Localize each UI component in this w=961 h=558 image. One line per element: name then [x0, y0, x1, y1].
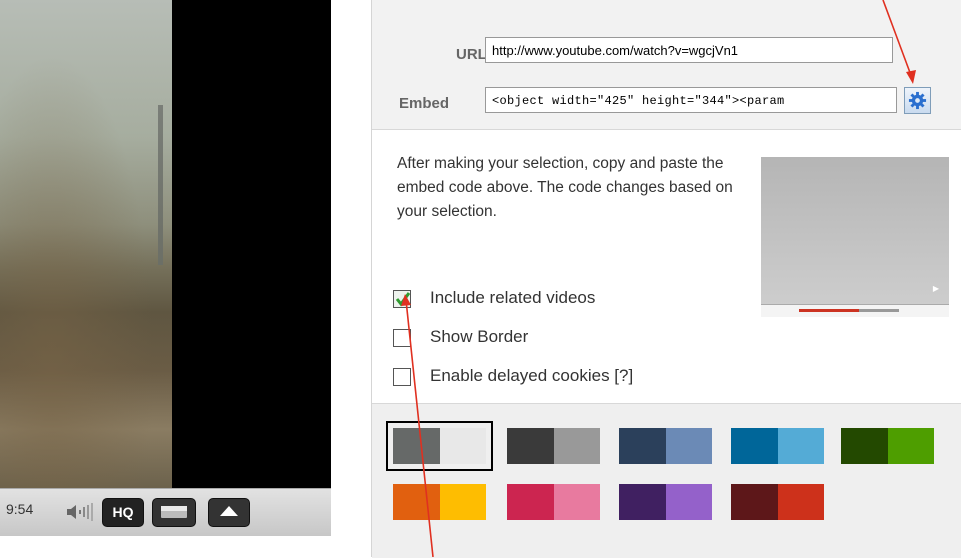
video-scene-post — [158, 105, 163, 265]
gear-icon — [908, 91, 927, 110]
color-swatch-7[interactable] — [507, 484, 600, 520]
preview-logo: ▶ — [932, 284, 939, 293]
preview-buffer — [859, 309, 899, 312]
show-border-label: Show Border — [430, 327, 529, 346]
widescreen-button[interactable] — [152, 498, 196, 527]
preview-control-bar — [761, 304, 949, 317]
delayed-cookies-label: Enable delayed cookies [?] — [430, 366, 634, 385]
color-swatch-3[interactable] — [619, 428, 712, 464]
color-swatch-5[interactable] — [841, 428, 934, 464]
video-player[interactable]: 9:54 HQ — [0, 0, 331, 536]
volume-icon[interactable] — [66, 502, 94, 522]
time-display: 9:54 — [6, 501, 34, 517]
preview-progress — [799, 309, 859, 312]
player-preview: ▶ — [761, 157, 949, 317]
color-swatch-9[interactable] — [731, 484, 824, 520]
widescreen-icon — [161, 506, 187, 518]
embed-instructions: After making your selection, copy and pa… — [397, 155, 733, 220]
related-videos-label: Include related videos — [430, 288, 596, 307]
show-border-checkbox[interactable] — [393, 329, 411, 347]
embed-panel: URL http://www.youtube.com/watch?v=wgcjV… — [371, 0, 961, 558]
video-frame[interactable] — [0, 0, 172, 488]
color-swatch-2[interactable] — [507, 428, 600, 464]
embed-code-field[interactable]: <object width="425" height="344"><param — [485, 87, 897, 113]
hq-button[interactable]: HQ — [102, 498, 144, 527]
url-field[interactable]: http://www.youtube.com/watch?v=wgcjVn1 — [485, 37, 893, 63]
color-swatch-6[interactable] — [393, 484, 486, 520]
customize-button[interactable] — [904, 87, 931, 114]
related-videos-checkbox[interactable] — [393, 290, 411, 308]
color-theme-picker — [372, 403, 961, 558]
color-swatch-8[interactable] — [619, 484, 712, 520]
delayed-cookies-checkbox[interactable] — [393, 368, 411, 386]
color-swatch-1[interactable] — [386, 421, 493, 471]
color-swatch-4[interactable] — [731, 428, 824, 464]
embed-label: Embed — [399, 95, 450, 112]
share-fields: URL http://www.youtube.com/watch?v=wgcjV… — [372, 0, 961, 130]
url-label: URL — [456, 46, 487, 63]
eject-button[interactable] — [208, 498, 250, 527]
player-controls: 9:54 HQ — [0, 488, 331, 536]
checkmark-icon — [395, 292, 411, 307]
eject-icon — [220, 506, 238, 516]
